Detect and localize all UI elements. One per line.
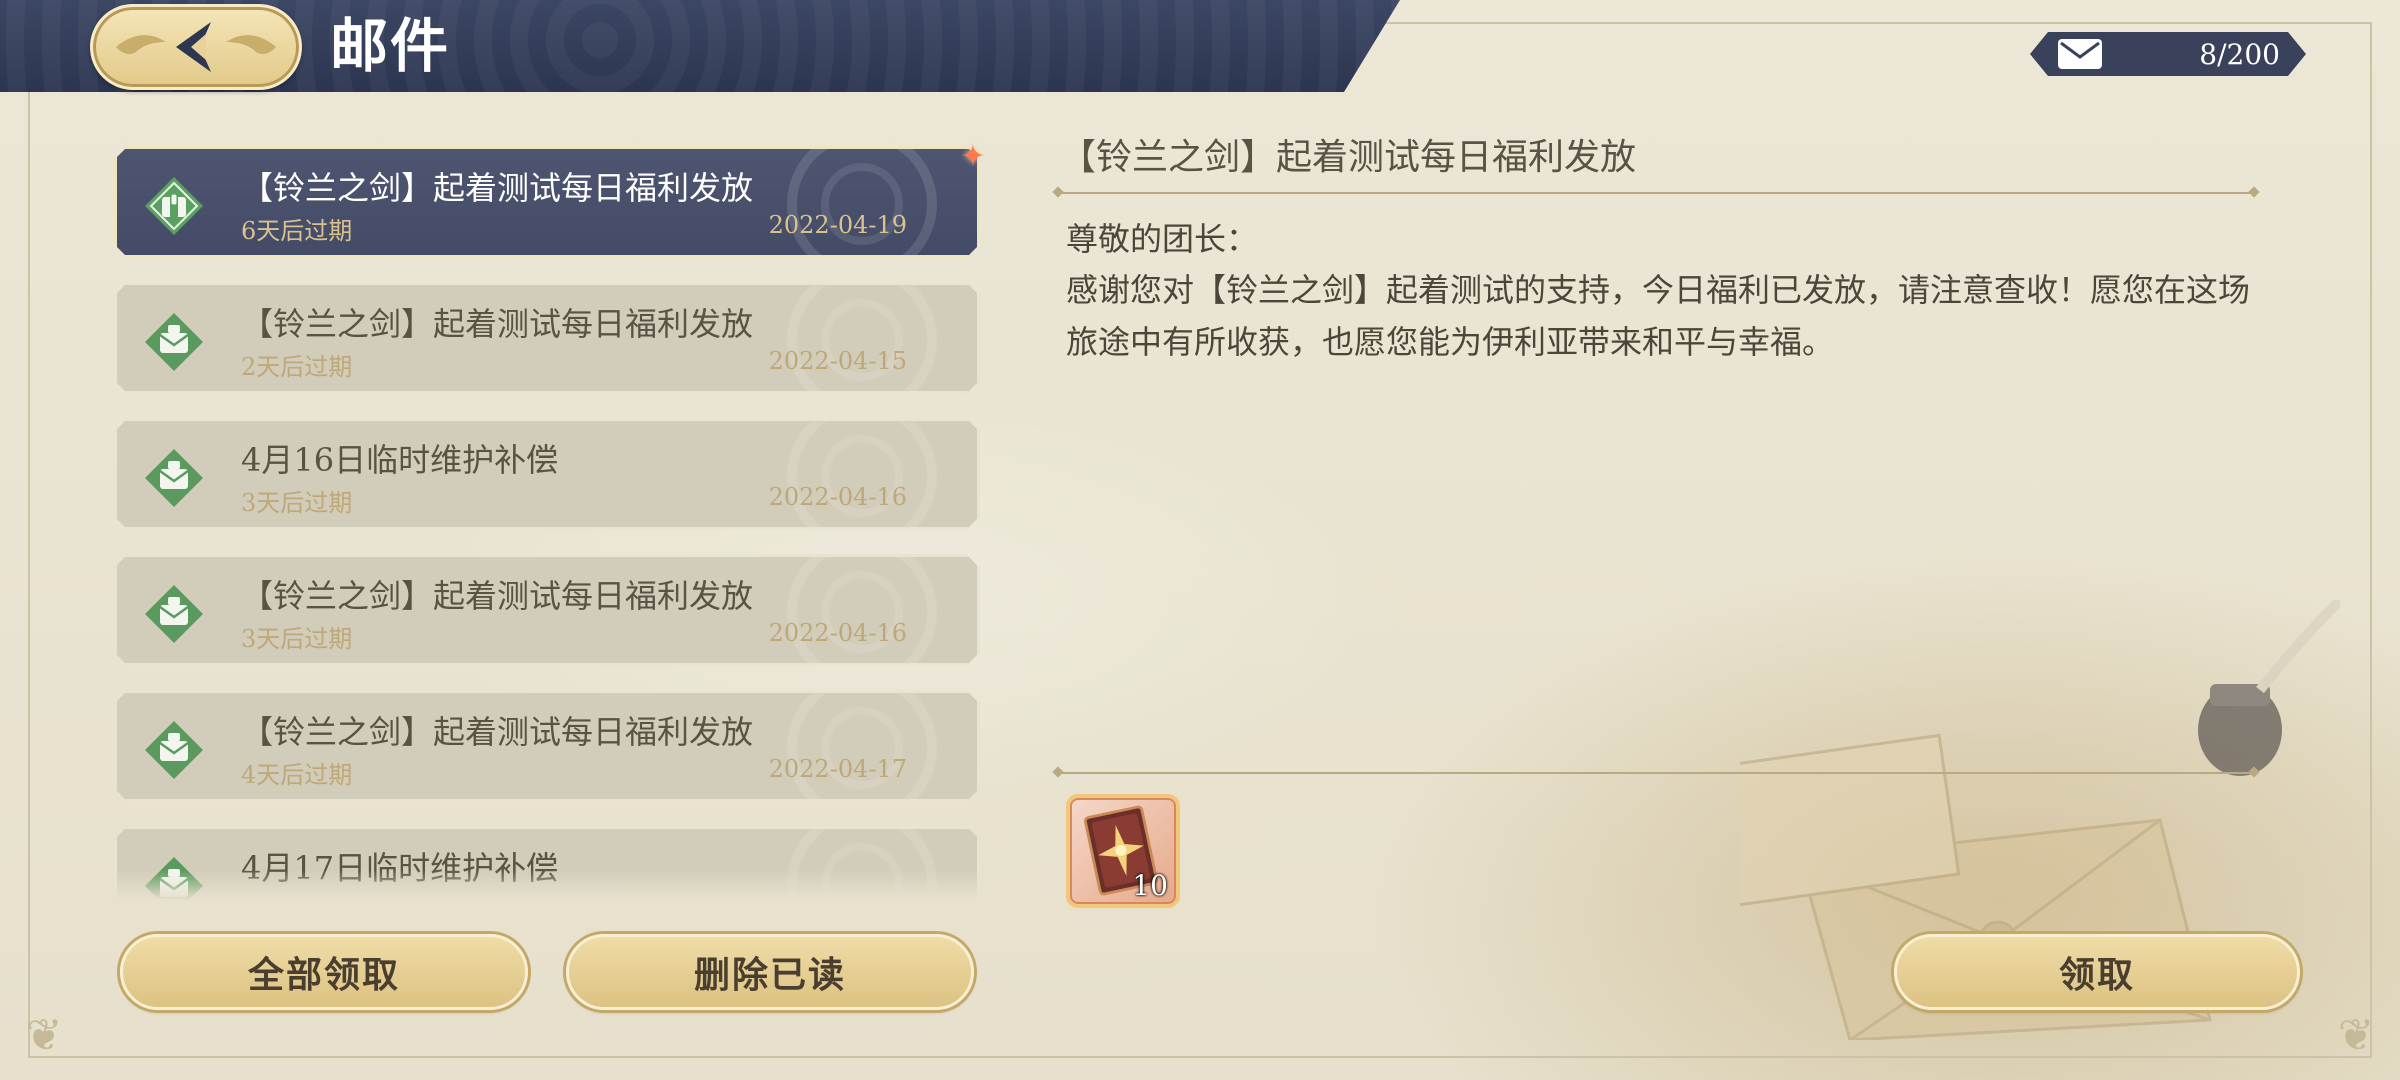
- mail-list-item[interactable]: 【铃兰之剑】起着测试每日福利发放 6天后过期 2022-04-19: [114, 146, 980, 258]
- mail-list-item[interactable]: 【铃兰之剑】起着测试每日福利发放 2天后过期 2022-04-15: [114, 282, 980, 394]
- mail-title: 4月17日临时维护补偿: [241, 849, 559, 887]
- mail-opened-icon: [143, 311, 205, 373]
- mail-title: 【铃兰之剑】起着测试每日福利发放: [241, 305, 754, 343]
- divider: [1058, 192, 2254, 194]
- new-mail-star-icon: ✦: [960, 139, 986, 174]
- mail-date: 2022-04-16: [768, 483, 907, 511]
- mail-count-badge: 8/200: [2030, 32, 2306, 76]
- mail-expire: 6天后过期: [241, 217, 353, 245]
- ornament-watermark: [787, 826, 937, 900]
- mail-date: 2022-04-15: [768, 347, 907, 375]
- ornament-watermark: [787, 554, 937, 666]
- mail-detail-title: 【铃兰之剑】起着测试每日福利发放: [1060, 137, 1637, 178]
- mail-list-item[interactable]: 【铃兰之剑】起着测试每日福利发放 3天后过期 2022-04-16: [114, 554, 980, 666]
- page-title: 邮件: [330, 12, 451, 80]
- mail-title: 【铃兰之剑】起着测试每日福利发放: [241, 169, 754, 207]
- divider: [1058, 772, 2254, 774]
- mail-list-item[interactable]: 【铃兰之剑】起着测试每日福利发放 4天后过期 2022-04-17: [114, 690, 980, 802]
- mail-list-item[interactable]: 4月16日临时维护补偿 3天后过期 2022-04-16: [114, 418, 980, 530]
- mail-opened-icon: [143, 719, 205, 781]
- delete-read-button[interactable]: 删除已读: [566, 934, 974, 1010]
- mail-gift-icon: [143, 175, 205, 237]
- mail-list[interactable]: 【铃兰之剑】起着测试每日福利发放 6天后过期 2022-04-19 【铃兰之剑】…: [108, 140, 988, 900]
- ornament-watermark: [787, 146, 937, 258]
- mail-greeting: 尊敬的团长：: [1066, 220, 1259, 258]
- reward-quantity: 10: [1132, 869, 1168, 902]
- mail-title: 【铃兰之剑】起着测试每日福利发放: [241, 713, 754, 751]
- claim-button[interactable]: 领取: [1894, 934, 2300, 1010]
- ornament-watermark: [787, 418, 937, 530]
- claim-all-button[interactable]: 全部领取: [120, 934, 528, 1010]
- mail-date: 2022-04-19: [768, 211, 907, 239]
- mail-date: 2022-04-16: [768, 619, 907, 647]
- envelope-icon: [2058, 39, 2102, 69]
- mail-opened-icon: [143, 583, 205, 645]
- mail-opened-icon: [143, 855, 205, 900]
- mail-expire: 3天后过期: [241, 625, 353, 653]
- ornament-watermark: [787, 282, 937, 394]
- mail-date: 2022-04-17: [768, 755, 907, 783]
- mail-expire: 4天后过期: [241, 761, 353, 789]
- mail-title: 【铃兰之剑】起着测试每日福利发放: [241, 577, 754, 615]
- mail-list-item[interactable]: 4月17日临时维护补偿: [114, 826, 980, 900]
- mail-expire: 3天后过期: [241, 489, 353, 517]
- mail-expire: 2天后过期: [241, 353, 353, 381]
- mail-opened-icon: [143, 447, 205, 509]
- back-arrow-icon: [116, 22, 276, 72]
- mail-count-text: 8/200: [2199, 37, 2280, 71]
- reward-item[interactable]: 10: [1066, 794, 1180, 908]
- corner-ornament-icon: ❦: [25, 1010, 63, 1061]
- mail-body: 感谢您对【铃兰之剑】起着测试的支持，今日福利已发放，请注意查收！愿您在这场旅途中…: [1066, 271, 2251, 361]
- ornament-watermark: [787, 690, 937, 802]
- back-button[interactable]: [90, 4, 302, 90]
- corner-ornament-icon: ❦: [2337, 1010, 2375, 1061]
- mail-title: 4月16日临时维护补偿: [241, 441, 559, 479]
